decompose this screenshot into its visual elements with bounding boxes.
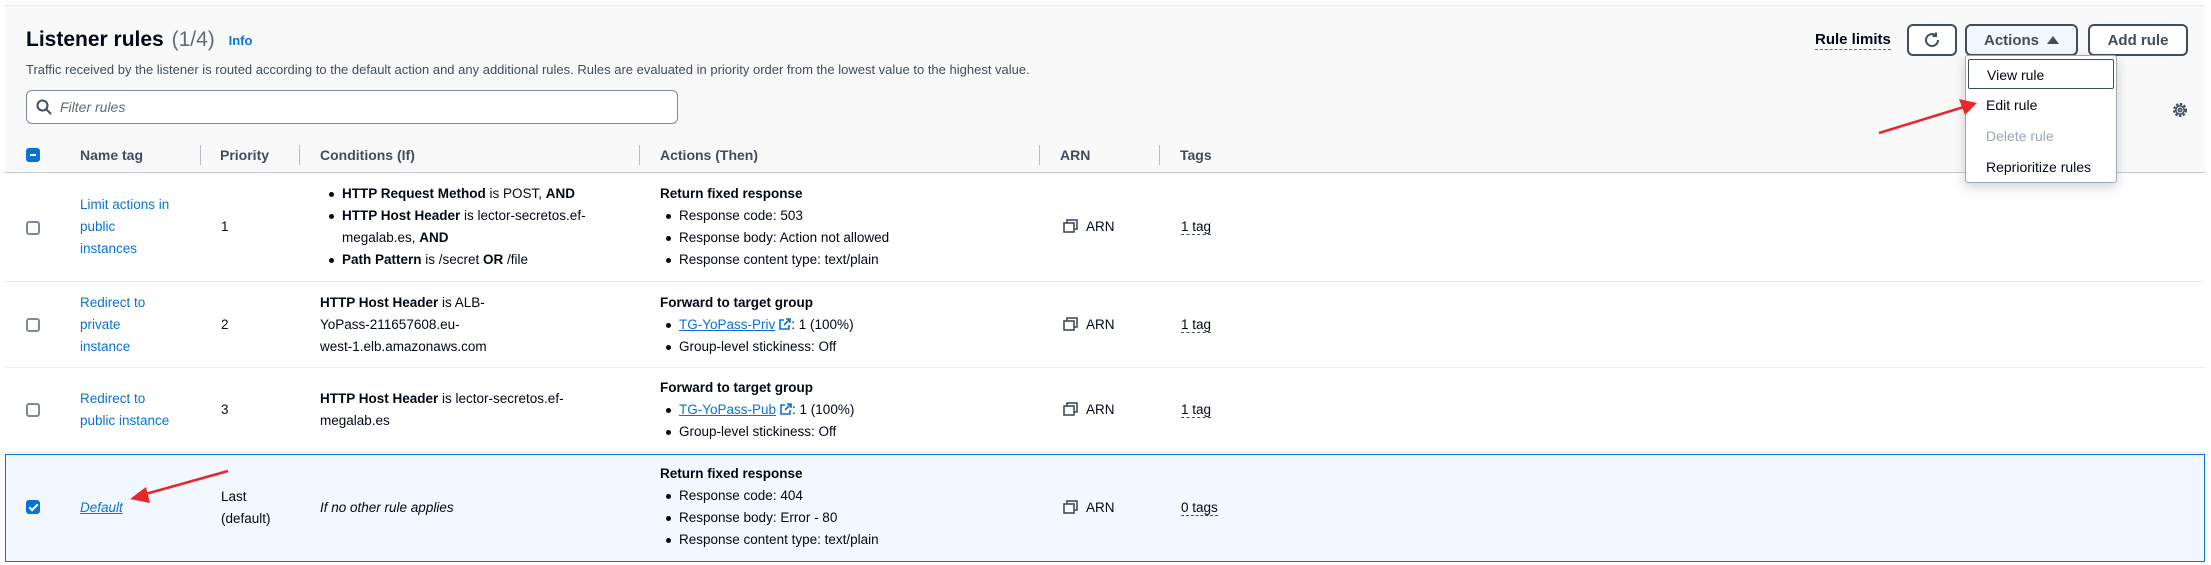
condition-item: Path Pattern is /secret OR /file: [323, 249, 623, 271]
select-all-checkbox[interactable]: [26, 148, 40, 162]
rule-priority: 2: [221, 317, 229, 332]
caret-up-icon: [2047, 36, 2059, 44]
action-item: Response code: 503: [660, 205, 889, 227]
copy-icon: [1063, 317, 1078, 331]
action-item: TG-YoPass-Priv: 1 (100%): [660, 314, 854, 336]
rule-conditions: HTTP Host Header is ALB- YoPass-21165760…: [320, 295, 487, 354]
menu-item-edit-rule[interactable]: Edit rule: [1966, 90, 2116, 120]
menu-item-view-rule[interactable]: View rule: [1968, 59, 2114, 89]
rule-limits-link[interactable]: Rule limits: [1815, 31, 1891, 50]
rule-name-link[interactable]: Redirect to private instance: [80, 292, 145, 358]
tags-link[interactable]: 0 tags: [1181, 497, 1218, 519]
rule-name-link[interactable]: Limit actions in public instances: [80, 194, 169, 260]
column-actions[interactable]: Actions (Then): [660, 147, 758, 163]
action-title: Forward to target group: [660, 295, 813, 310]
rule-priority: 3: [221, 402, 229, 417]
add-rule-button[interactable]: Add rule: [2088, 24, 2188, 56]
arn-copy[interactable]: ARN: [1063, 216, 1115, 238]
external-link-icon: [780, 403, 792, 415]
column-tags[interactable]: Tags: [1180, 147, 1212, 163]
row-checkbox[interactable]: [26, 221, 40, 235]
copy-icon: [1063, 219, 1078, 233]
action-item: Response body: Action not allowed: [660, 227, 889, 249]
panel-description: Traffic received by the listener is rout…: [26, 62, 1030, 77]
rule-actions: Forward to target group TG-YoPass-Pub: 1…: [660, 377, 854, 443]
column-resizer[interactable]: [1159, 145, 1160, 165]
menu-item-delete-rule: Delete rule: [1986, 128, 2054, 144]
rule-actions: Return fixed response Response code: 404…: [660, 463, 879, 551]
target-group-link[interactable]: TG-YoPass-Pub: [679, 402, 776, 417]
action-item: Response content type: text/plain: [660, 529, 879, 551]
rule-actions: Forward to target group TG-YoPass-Priv: …: [660, 292, 854, 358]
table-row-selected[interactable]: Default Last (default) If no other rule …: [5, 454, 2205, 562]
rule-priority: 1: [221, 219, 229, 234]
listener-rules-panel: Listener rules (1/4) Info Traffic receiv…: [5, 5, 2205, 563]
copy-icon: [1063, 402, 1078, 416]
red-arrow-annotation: [130, 469, 229, 503]
action-item: TG-YoPass-Pub: 1 (100%): [660, 399, 854, 421]
row-checkbox[interactable]: [26, 500, 40, 514]
refresh-icon: [1925, 32, 1940, 48]
table-row[interactable]: Redirect to public instance 3 HTTP Host …: [5, 369, 2205, 453]
action-item: Response body: Error - 80: [660, 507, 879, 529]
column-arn[interactable]: ARN: [1060, 147, 1090, 163]
action-title: Return fixed response: [660, 186, 803, 201]
panel-title: Listener rules (1/4) Info: [26, 28, 252, 52]
settings-gear-icon[interactable]: [2171, 101, 2189, 119]
condition-item: HTTP Request Method is POST, AND: [323, 183, 623, 205]
table-row[interactable]: Limit actions in public instances 1 HTTP…: [5, 174, 2205, 282]
arn-copy[interactable]: ARN: [1063, 314, 1115, 336]
rule-conditions: HTTP Request Method is POST, AND HTTP Ho…: [323, 183, 623, 271]
actions-button-label: Actions: [1983, 31, 2039, 49]
tags-link[interactable]: 1 tag: [1181, 216, 1212, 238]
tags-link[interactable]: 1 tag: [1181, 314, 1212, 336]
action-item: Group-level stickiness: Off: [660, 336, 854, 358]
action-item: Response code: 404: [660, 485, 879, 507]
column-resizer[interactable]: [639, 145, 640, 165]
title-text: Listener rules: [26, 28, 164, 51]
tags-link[interactable]: 1 tag: [1181, 399, 1212, 421]
column-resizer[interactable]: [1039, 145, 1040, 165]
table-header: Name tag Priority Conditions (If) Action…: [5, 137, 2205, 173]
actions-dropdown-menu: View rule Edit rule Delete rule Repriori…: [1965, 55, 2117, 183]
filter-rules-search[interactable]: [26, 90, 678, 124]
copy-icon: [1063, 500, 1078, 514]
action-item: Response content type: text/plain: [660, 249, 889, 271]
table-row[interactable]: Redirect to private instance 2 HTTP Host…: [5, 283, 2205, 368]
rule-conditions: HTTP Host Header is lector-secretos.ef- …: [320, 391, 564, 428]
rule-count: (1/4): [171, 28, 215, 51]
row-checkbox[interactable]: [26, 403, 40, 417]
external-link-icon: [779, 318, 792, 330]
rule-name-link[interactable]: Redirect to public instance: [80, 388, 169, 432]
column-conditions[interactable]: Conditions (If): [320, 147, 415, 163]
action-item: Group-level stickiness: Off: [660, 421, 854, 443]
red-arrow-annotation: [1878, 99, 1977, 135]
column-resizer[interactable]: [299, 145, 300, 165]
column-name-tag[interactable]: Name tag: [80, 147, 143, 163]
info-link[interactable]: Info: [229, 33, 253, 48]
filter-rules-input[interactable]: [60, 96, 660, 118]
rule-conditions: If no other rule applies: [320, 500, 454, 515]
target-group-link[interactable]: TG-YoPass-Priv: [679, 317, 775, 332]
action-title: Return fixed response: [660, 466, 803, 481]
row-checkbox[interactable]: [26, 318, 40, 332]
column-resizer[interactable]: [200, 145, 201, 165]
search-icon: [36, 99, 52, 115]
column-priority[interactable]: Priority: [220, 147, 269, 163]
rule-name-link[interactable]: Default: [80, 497, 123, 519]
arn-copy[interactable]: ARN: [1063, 497, 1115, 519]
condition-item: HTTP Host Header is lector-secretos.ef-m…: [323, 205, 623, 249]
actions-button[interactable]: Actions: [1965, 24, 2078, 56]
refresh-button[interactable]: [1907, 24, 1957, 56]
arn-copy[interactable]: ARN: [1063, 399, 1115, 421]
rule-actions: Return fixed response Response code: 503…: [660, 183, 889, 271]
action-title: Forward to target group: [660, 380, 813, 395]
menu-item-reprioritize-rules[interactable]: Reprioritize rules: [1966, 152, 2116, 182]
